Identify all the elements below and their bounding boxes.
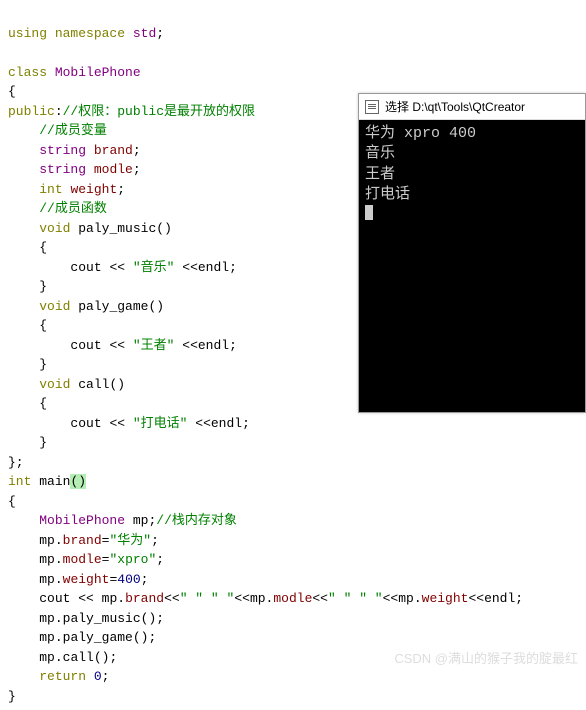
var-brand: brand — [94, 143, 133, 158]
out-line4: 打电话 — [365, 186, 410, 203]
comment-access: //权限：public是最开放的权限 — [63, 104, 255, 119]
console-icon — [365, 100, 379, 114]
kw-public: public — [8, 104, 55, 119]
type-void: void — [39, 299, 70, 314]
cout: cout — [70, 338, 101, 353]
cout: cout — [70, 416, 101, 431]
type-void: void — [39, 377, 70, 392]
class-name: MobilePhone — [55, 65, 141, 80]
comment-vars: //成员变量 — [39, 123, 107, 138]
comment-funcs: //成员函数 — [39, 201, 107, 216]
var-mp: mp — [133, 513, 149, 528]
type-string: string — [39, 162, 86, 177]
console-titlebar[interactable]: 选择 D:\qt\Tools\QtCreator — [359, 94, 585, 120]
var-modle: modle — [94, 162, 133, 177]
out-line1: 华为 xpro 400 — [365, 125, 476, 142]
fn-paly-music: paly_music — [78, 221, 156, 236]
type-int: int — [8, 474, 31, 489]
fn-call: call — [78, 377, 109, 392]
endl: endl — [198, 260, 229, 275]
fn-paly-game: paly_game — [78, 299, 148, 314]
comment-obj: //栈内存对象 — [156, 513, 237, 528]
endl: endl — [198, 338, 229, 353]
console-output[interactable]: 华为 xpro 400 音乐 王者 打电话 — [359, 120, 585, 412]
var-weight: weight — [70, 182, 117, 197]
console-title: 选择 D:\qt\Tools\QtCreator — [385, 98, 525, 115]
ident-std: std — [133, 26, 156, 41]
kw-return: return — [39, 669, 86, 684]
type-mobilephone: MobilePhone — [39, 513, 125, 528]
out-line2: 音乐 — [365, 145, 395, 162]
console-window[interactable]: 选择 D:\qt\Tools\QtCreator 华为 xpro 400 音乐 … — [358, 93, 586, 413]
str-music: "音乐" — [133, 260, 175, 275]
type-int: int — [39, 182, 62, 197]
fn-main: main — [39, 474, 70, 489]
kw-class: class — [8, 65, 47, 80]
str-call: "打电话" — [133, 416, 188, 431]
type-void: void — [39, 221, 70, 236]
kw-using: using — [8, 26, 47, 41]
type-string: string — [39, 143, 86, 158]
out-line3: 王者 — [365, 166, 395, 183]
watermark: CSDN @满山的猴子我的腚最红 — [394, 648, 578, 667]
cout: cout — [70, 260, 101, 275]
endl: endl — [211, 416, 242, 431]
cursor — [365, 205, 373, 220]
kw-namespace: namespace — [55, 26, 125, 41]
str-game: "王者" — [133, 338, 175, 353]
